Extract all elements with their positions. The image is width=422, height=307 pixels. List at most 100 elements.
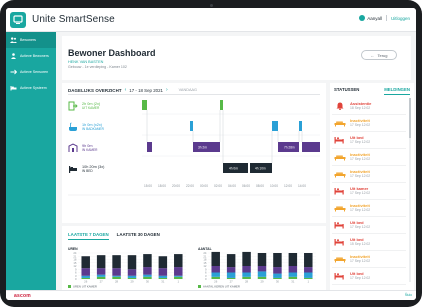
alert-item[interactable]: Inactiviteit 17 Sep 12:02 <box>332 200 406 217</box>
alerts-tabs: STATUSSEN MELDINGEN <box>334 87 410 95</box>
scroll-thumb[interactable] <box>409 98 411 138</box>
x-tick-label: 29 <box>260 280 264 284</box>
history-tabs: LAATSTE 7 DAGEN LAATSTE 30 DAGEN <box>68 232 168 240</box>
time-tick: 04:00 <box>228 184 236 188</box>
alerts-list: Assistentie 18 Sep 12:02 Inactiviteit 17 Se… <box>332 98 406 286</box>
sensor-icon <box>10 69 17 75</box>
count-bars: 0369121518212426 27 28 29 30 31 1 <box>203 251 316 284</box>
x-tick-label: 26 <box>214 280 218 284</box>
x-tick-label: 27 <box>230 280 234 284</box>
bar-segment <box>143 267 152 275</box>
app-screen: Unite SmartSense Aanyall Uitloggen Bewon… <box>6 8 416 300</box>
bar-segment <box>242 272 251 277</box>
back-button-label: Terug <box>377 52 388 58</box>
bar-segment <box>81 256 90 269</box>
logout-link[interactable]: Uitloggen <box>391 16 410 21</box>
tab-meldingen[interactable]: MELDINGEN <box>384 87 410 95</box>
bar-segment <box>226 272 236 278</box>
footer-link[interactable]: Ñuio <box>405 293 412 297</box>
x-tick-label: 1 <box>308 280 310 284</box>
alert-item[interactable]: Inactiviteit 17 Sep 12:02 <box>332 251 406 268</box>
sidebar-item-bewoners[interactable]: Bewoners <box>6 32 56 48</box>
resident-name: HENK VAN BASTEN <box>68 60 104 64</box>
user-name[interactable]: Aanyall <box>367 16 382 21</box>
bar-segment <box>127 275 137 278</box>
tab-last-7-days[interactable]: LAATSTE 7 DAGEN <box>68 232 109 240</box>
alert-time: 17 Sep 12:02 <box>350 174 371 179</box>
sidebar-item-actieve-systeem[interactable]: Actieve Systeem <box>6 80 56 96</box>
timeline-bar-badkamer <box>190 121 193 131</box>
time-tick: 06:00 <box>242 184 250 188</box>
alert-item[interactable]: Inactiviteit 17 Sep 12:02 <box>332 149 406 166</box>
x-tick-label: 28 <box>245 280 249 284</box>
alert-time: 17 Sep 12:02 <box>350 259 371 264</box>
timeline-bar-kamer <box>147 142 152 152</box>
sidebar-item-label: Actieve Bewoners <box>20 54 49 58</box>
alert-item[interactable]: Uit bed 17 Sep 12:02 <box>332 268 406 285</box>
timeline-bar-uit-kamer <box>142 100 147 110</box>
legend-swatch <box>68 285 71 288</box>
alert-item[interactable]: Inactiviteit 17 Sep 12:02 <box>332 115 406 132</box>
time-tick: 12:00 <box>284 184 292 188</box>
bed-exit-icon <box>334 137 344 144</box>
bed-exit-icon <box>334 273 344 280</box>
bed-inactive-icon <box>334 206 346 212</box>
time-tick: 08:00 <box>256 184 264 188</box>
alert-item[interactable]: Uit bed 15 Sep 12:02 <box>332 234 406 251</box>
bed-exit-icon <box>334 188 344 195</box>
tab-statussen[interactable]: STATUSSEN <box>334 87 359 95</box>
y-tick-label: 24 <box>73 251 77 255</box>
alert-item[interactable]: Assistentie 18 Sep 12:02 <box>332 98 406 115</box>
arrow-left-icon: ← <box>370 52 375 58</box>
user-icon <box>359 15 366 21</box>
bar-segment <box>174 267 183 276</box>
bed-inactive-icon <box>334 155 346 161</box>
bar-segment <box>158 256 168 269</box>
app-title: Unite SmartSense <box>32 14 115 25</box>
bell-icon <box>336 102 344 110</box>
time-axis: 15:00 18:00 20:00 22:00 00:00 02:00 04:0… <box>144 184 306 188</box>
timeline-bar-kamer <box>302 142 320 152</box>
main-content: Bewoner Dashboard HENK VAN BASTEN Gebouw… <box>62 36 414 290</box>
sidebar-item-actieve-sensoren[interactable]: Actieve Sensoren <box>6 64 56 80</box>
page-title: Bewoner Dashboard <box>68 48 156 58</box>
alert-item[interactable]: Uit bed 17 Sep 12:02 <box>332 217 406 234</box>
time-tick: 10:00 <box>270 184 278 188</box>
x-tick-label: 31 <box>161 280 165 284</box>
alert-text: Inactiviteit 17 Sep 12:02 <box>350 203 370 212</box>
bar-segment <box>96 274 106 277</box>
bar-segment <box>158 275 168 278</box>
app-logo-icon <box>10 11 26 28</box>
y-tick-label: 24 <box>203 251 207 255</box>
alert-time: 17 Sep 12:02 <box>350 191 371 196</box>
bar-label: 4h 0m <box>229 167 238 171</box>
alert-text: Uit bed 17 Sep 12:02 <box>350 271 371 281</box>
tab-last-30-days[interactable]: LAATSTE 30 DAGEN <box>117 232 160 240</box>
alert-time: 17 Sep 12:02 <box>350 276 371 281</box>
history-card: LAATSTE 7 DAGEN LAATSTE 30 DAGEN UREN 03… <box>62 226 326 290</box>
bar-segment <box>257 266 267 272</box>
user-menu: Aanyall Uitloggen <box>359 15 410 21</box>
timeline-bar-badkamer <box>299 121 302 131</box>
bar-segment <box>257 253 267 266</box>
bar-segment <box>273 273 282 278</box>
bed-inactive-icon <box>334 257 346 263</box>
alert-time: 17 Sep 12:02 <box>350 157 371 162</box>
time-tick: 20:00 <box>172 184 180 188</box>
alert-text: Inactiviteit 17 Sep 12:02 <box>350 118 370 127</box>
alert-text: Uit bed 15 Sep 12:02 <box>350 237 370 246</box>
resident-header: Bewoner Dashboard HENK VAN BASTEN Gebouw… <box>62 36 411 80</box>
bar-segment <box>158 268 168 276</box>
sidebar-item-actieve-bewoners[interactable]: Actieve Bewoners <box>6 48 56 64</box>
alert-item[interactable]: Uit bed 17 Sep 12:02 <box>332 132 406 149</box>
alerts-panel: STATUSSEN MELDINGEN Assistentie 18 Sep 12… <box>330 83 414 290</box>
alerts-scrollbar[interactable] <box>409 98 411 282</box>
back-button[interactable]: ← Terug <box>361 50 397 60</box>
alert-text: Inactiviteit 17 Sep 12:02 <box>350 254 371 264</box>
bar-segment <box>112 268 121 276</box>
alert-item[interactable]: Uit kamer 17 Sep 12:02 <box>332 183 406 200</box>
bar-segment <box>174 254 183 268</box>
alert-item[interactable]: Inactiviteit 17 Sep 12:02 <box>332 166 406 183</box>
legend-label: AANTAL KEREN UIT KAMER <box>203 285 240 289</box>
bar-segment <box>81 268 90 276</box>
